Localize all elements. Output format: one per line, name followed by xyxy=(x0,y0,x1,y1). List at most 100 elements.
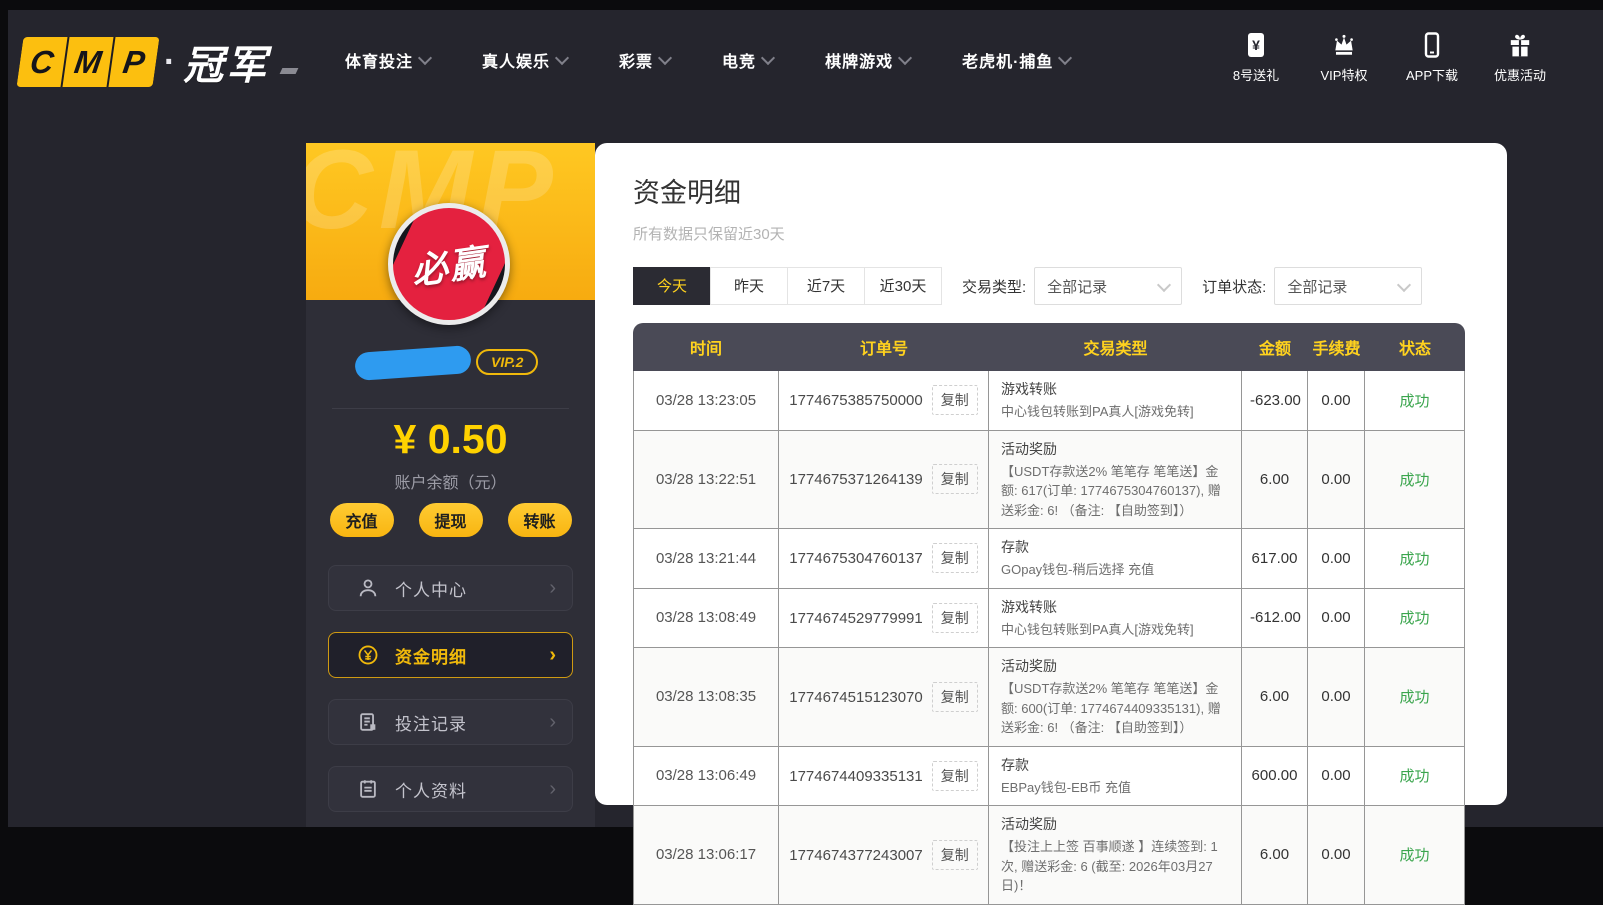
cell-type: 活动奖励 【投注上上签 百事顺遂 】连续签到: 1次, 赠送彩金: 6 (截至:… xyxy=(989,806,1242,905)
sidebar-item-profile[interactable]: 个人资料 › xyxy=(328,766,573,812)
account-balance: ¥ 0.50 xyxy=(393,416,508,462)
nav-menu-item[interactable]: 电竞 xyxy=(722,48,776,72)
cell-fee: 0.00 xyxy=(1308,430,1365,529)
col-header-status: 状态 xyxy=(1365,323,1465,371)
col-header-order: 订单号 xyxy=(779,323,989,371)
wallet-action-button[interactable]: 充值 xyxy=(329,503,394,537)
table-row: 03/28 13:22:51 1774675371264139 复制 活动奖励 【… xyxy=(633,430,1465,529)
filter-label-type: 交易类型: xyxy=(962,278,1027,296)
cell-order: 1774674409335131 复制 xyxy=(779,746,989,806)
filter-label-status: 订单状态: xyxy=(1202,278,1267,296)
nav-menu-item[interactable]: 棋牌游戏 xyxy=(825,48,913,72)
col-header-amount: 金额 xyxy=(1242,323,1308,371)
copy-button[interactable]: 复制 xyxy=(931,464,978,495)
wallet-actions: 充值 提现 转账 xyxy=(306,503,595,537)
date-tab[interactable]: 近30天 xyxy=(864,267,942,305)
chevron-down-icon xyxy=(657,50,673,66)
logo-dot: · xyxy=(164,43,176,81)
copy-button[interactable]: 复制 xyxy=(931,385,978,416)
header-quick-links: ¥ 8号送礼 VIP特权 APP下载 优惠活动 xyxy=(1225,32,1551,84)
copy-button[interactable]: 复制 xyxy=(931,760,978,791)
quick-link-app[interactable]: APP下载 xyxy=(1401,32,1463,84)
sidebar-menu: 个人中心 › 资金明细 › 投注记录 › 个人资料 › xyxy=(328,565,573,833)
cell-fee: 0.00 xyxy=(1308,648,1365,747)
cell-order: 1774675304760137 复制 xyxy=(779,529,989,589)
chevron-right-icon: › xyxy=(549,778,556,800)
cell-status: 成功 xyxy=(1365,371,1465,431)
cell-status: 成功 xyxy=(1365,746,1465,806)
nav-menu-item[interactable]: 体育投注 xyxy=(345,48,433,72)
cell-type: 存款 GOpay钱包-稍后选择 充值 xyxy=(989,529,1242,589)
chevron-down-icon xyxy=(898,50,913,66)
cell-type: 存款 EBPay钱包-EB币 充值 xyxy=(989,746,1242,806)
page-title: 资金明细 xyxy=(633,178,741,208)
nav-menu-item[interactable]: 真人娱乐 xyxy=(482,48,570,72)
chevron-down-icon xyxy=(760,50,776,66)
cell-amount: 6.00 xyxy=(1242,648,1308,747)
cell-order: 1774675385750000 复制 xyxy=(779,371,989,431)
table-row: 03/28 13:08:35 1774674515123070 复制 活动奖励 【… xyxy=(633,648,1465,747)
cell-status: 成功 xyxy=(1365,588,1465,648)
transaction-type-select[interactable]: 全部记录 xyxy=(1034,267,1183,305)
cell-fee: 0.00 xyxy=(1308,806,1365,905)
table-row: 03/28 13:23:05 1774675385750000 复制 游戏转账 中… xyxy=(633,371,1465,431)
filter-row: 今天 昨天 近7天 近30天 交易类型: 全部记录 订单状态: 全部记录 xyxy=(633,267,1423,305)
cell-amount: 617.00 xyxy=(1242,529,1308,589)
app-root: C M P · 冠军 体育投注 真人娱乐 彩票 电竞 棋牌游戏 老虎机·捕鱼 ¥… xyxy=(0,0,1603,905)
nav-menu-item[interactable]: 老虎机·捕鱼 xyxy=(962,48,1073,72)
chevron-down-icon xyxy=(417,50,433,66)
sidebar-item-yen-circle[interactable]: 资金明细 › xyxy=(328,632,573,678)
cell-type: 游戏转账 中心钱包转账到PA真人[游戏免转] xyxy=(989,371,1242,431)
cell-time: 03/28 13:22:51 xyxy=(633,430,779,529)
svg-text:¥: ¥ xyxy=(1252,37,1260,53)
date-tab[interactable]: 近7天 xyxy=(787,267,865,305)
bet-record-icon xyxy=(357,711,379,733)
logo-letter: C xyxy=(16,37,68,87)
order-status-select[interactable]: 全部记录 xyxy=(1274,267,1423,305)
copy-button[interactable]: 复制 xyxy=(931,602,978,633)
vip-level-badge: VIP.2 xyxy=(476,349,539,375)
chevron-right-icon: › xyxy=(549,711,556,733)
wallet-action-button[interactable]: 转账 xyxy=(507,503,572,537)
cell-fee: 0.00 xyxy=(1308,746,1365,806)
cell-time: 03/28 13:06:17 xyxy=(633,806,779,905)
quick-link-vip[interactable]: VIP特权 xyxy=(1313,32,1375,84)
cell-amount: 6.00 xyxy=(1242,806,1308,905)
col-header-type: 交易类型 xyxy=(989,323,1242,371)
table-header-row: 时间 订单号 交易类型 金额 手续费 状态 xyxy=(633,323,1465,371)
logo-brand-text: 冠军 xyxy=(183,44,270,88)
yen-circle-icon xyxy=(357,644,379,666)
quick-link-promo[interactable]: 优惠活动 xyxy=(1489,32,1551,84)
date-range-tabs: 今天 昨天 近7天 近30天 xyxy=(633,267,942,305)
sidebar-item-user[interactable]: 个人中心 › xyxy=(328,565,573,611)
wallet-action-button[interactable]: 提现 xyxy=(418,503,483,537)
table-row: 03/28 13:08:49 1774674529779991 复制 游戏转账 中… xyxy=(633,588,1465,648)
date-tab[interactable]: 昨天 xyxy=(710,267,788,305)
username-redacted xyxy=(354,344,472,382)
quick-link-gift8[interactable]: ¥ 8号送礼 xyxy=(1225,32,1287,84)
cell-time: 03/28 13:21:44 xyxy=(633,529,779,589)
copy-button[interactable]: 复制 xyxy=(931,543,978,574)
page-subtitle: 所有数据只保留近30天 xyxy=(633,226,785,243)
table-row: 03/28 13:06:17 1774674377243007 复制 活动奖励 【… xyxy=(633,806,1465,905)
date-tab[interactable]: 今天 xyxy=(633,267,711,305)
cell-status: 成功 xyxy=(1365,430,1465,529)
funds-table: 时间 订单号 交易类型 金额 手续费 状态 03/28 13:23:05 177… xyxy=(633,323,1465,905)
nav-menu-item[interactable]: 彩票 xyxy=(619,48,673,72)
content-panel: 资金明细 所有数据只保留近30天 今天 昨天 近7天 近30天 交易类型: 全部记录 … xyxy=(595,143,1507,905)
table-row: 03/28 13:06:49 1774674409335131 复制 存款 EBP… xyxy=(633,746,1465,806)
chevron-down-icon xyxy=(554,50,570,66)
cell-time: 03/28 13:08:35 xyxy=(633,648,779,747)
sidebar-item-bet-record[interactable]: 投注记录 › xyxy=(328,699,573,745)
cell-order: 1774674377243007 复制 xyxy=(779,806,989,905)
site-logo[interactable]: C M P · 冠军 xyxy=(16,33,299,91)
copy-button[interactable]: 复制 xyxy=(931,681,978,712)
gift-icon xyxy=(1507,32,1533,58)
cell-fee: 0.00 xyxy=(1308,529,1365,589)
divider xyxy=(332,408,569,409)
chevron-right-icon: › xyxy=(549,577,556,599)
col-header-time: 时间 xyxy=(633,323,779,371)
phone-icon xyxy=(1420,32,1444,58)
copy-button[interactable]: 复制 xyxy=(931,839,978,870)
cell-fee: 0.00 xyxy=(1308,588,1365,648)
